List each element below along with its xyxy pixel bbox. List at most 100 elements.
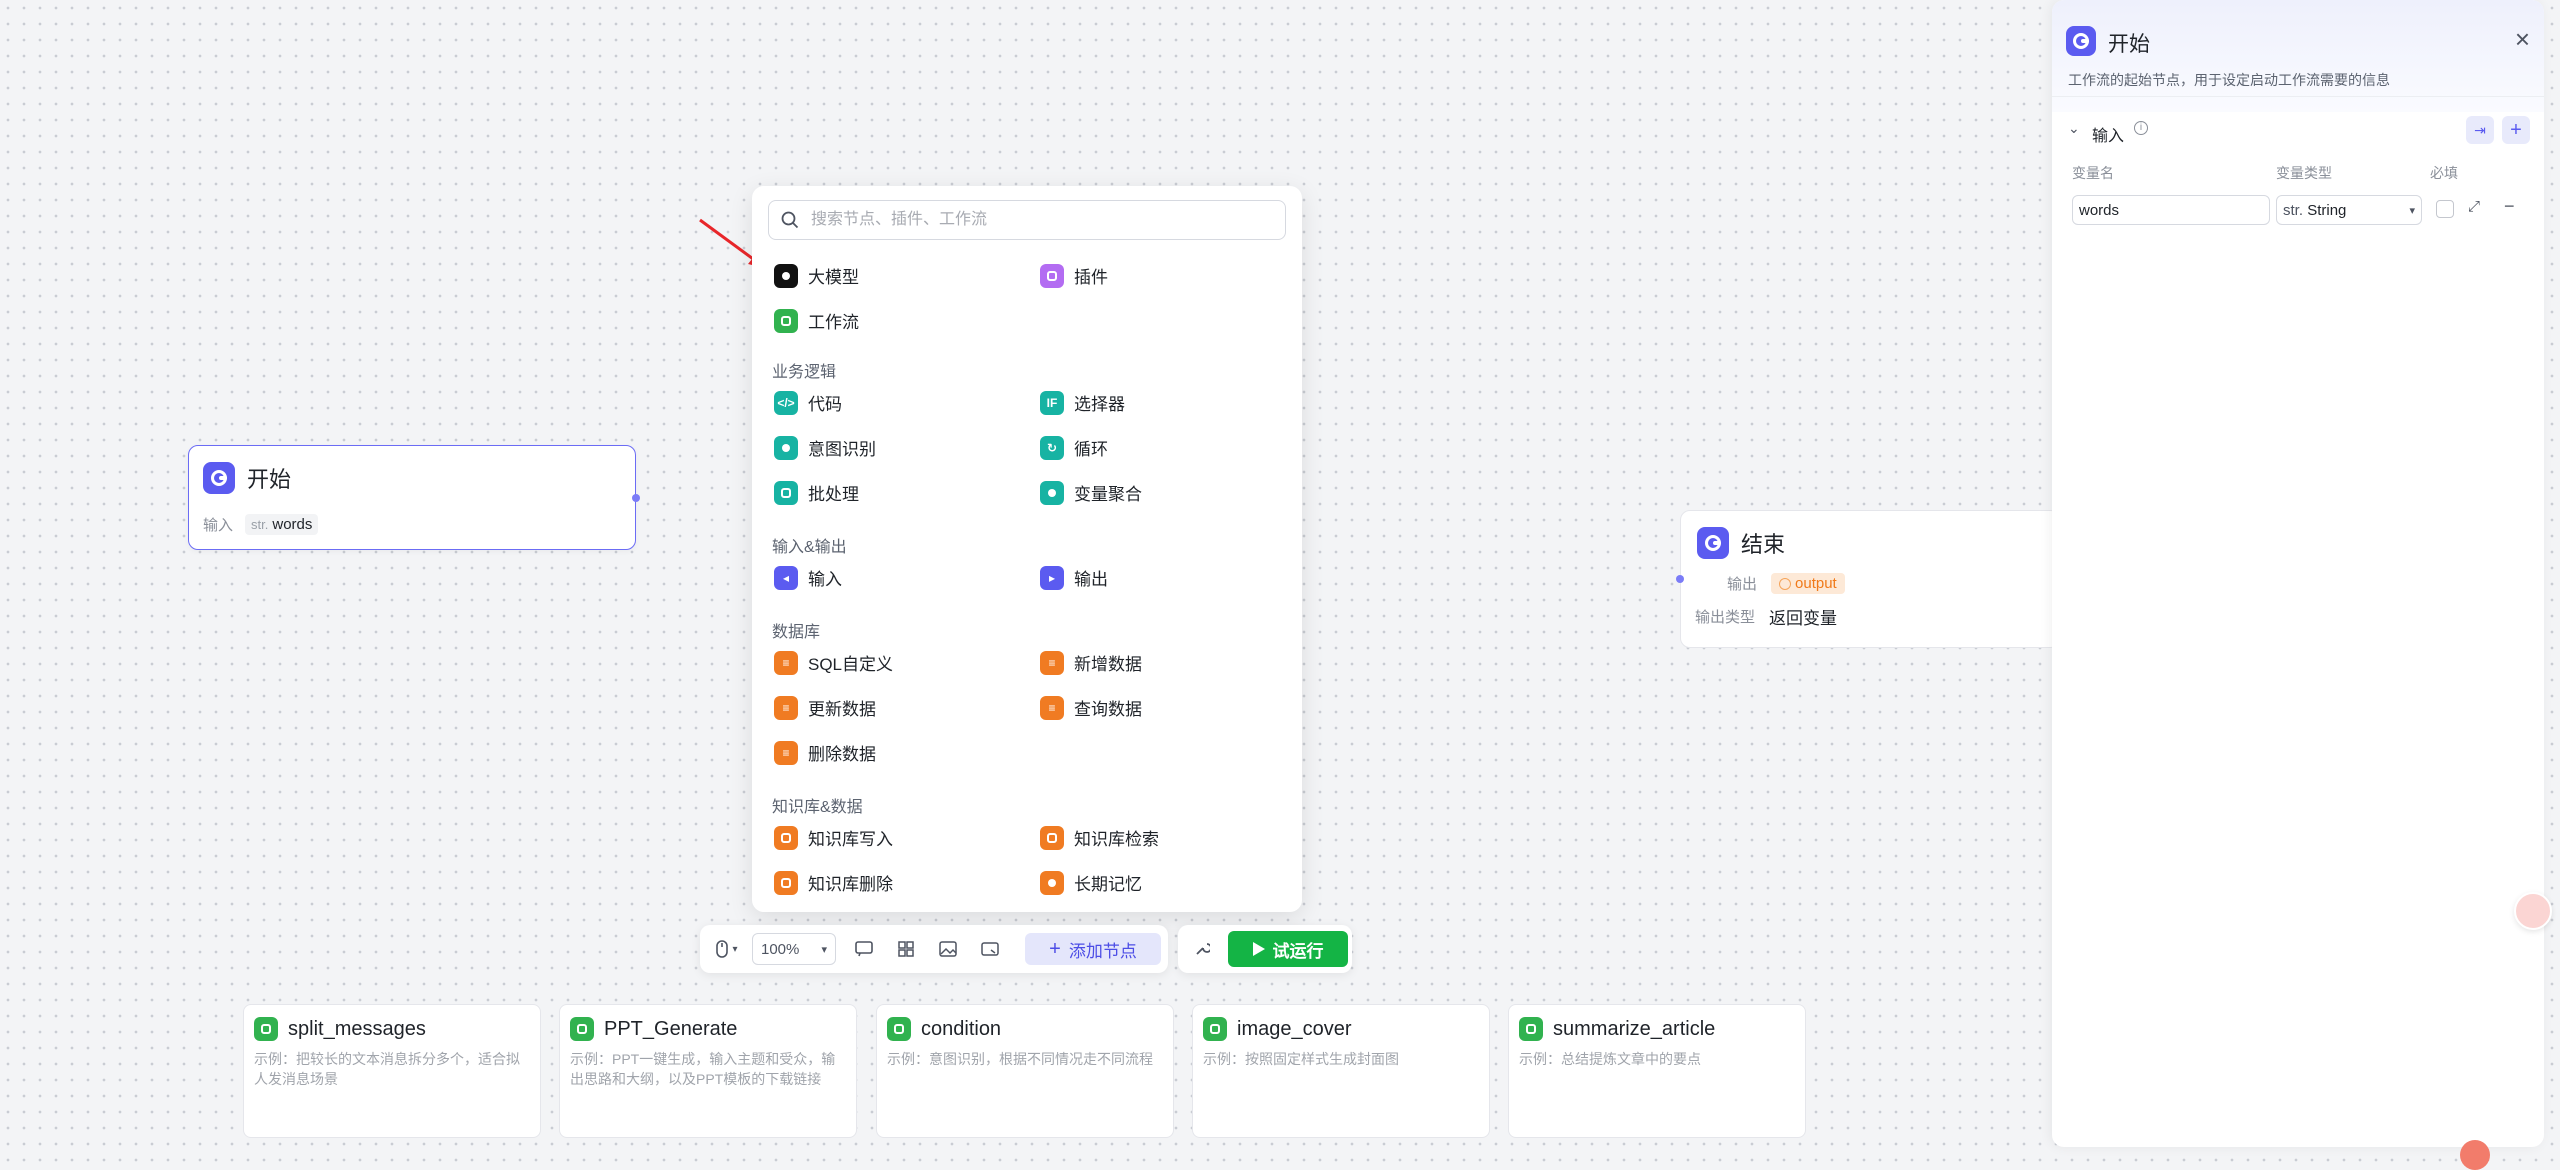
chevron-down-icon: ▾ (2409, 204, 2415, 217)
template-desc: 示例：PPT一键生成，输入主题和受众，输出思路和大纲，以及PPT模板的下载链接 (570, 1051, 836, 1087)
section-label-io: 输入&输出 (772, 539, 847, 556)
start-node-title: 开始 (247, 467, 292, 492)
run-group: 试运行 (1178, 925, 1352, 973)
variable-type-select[interactable]: str. String ▾ (2276, 195, 2422, 225)
template-card[interactable]: PPT_Generate 示例：PPT一键生成，输入主题和受众，输出思路和大纲，… (559, 1004, 857, 1138)
zoom-select[interactable]: 100% ▾ (752, 933, 836, 965)
knowledge-icon (774, 825, 798, 850)
end-icon (1697, 527, 1729, 559)
panel-title: 开始 (2108, 33, 2150, 56)
node-item-kb-search[interactable]: 知识库检索 (1040, 825, 1159, 850)
node-item-plugin[interactable]: 插件 (1040, 263, 1108, 288)
section-label-logic: 业务逻辑 (772, 364, 837, 381)
add-node-button[interactable]: + 添加节点 (1025, 933, 1161, 965)
node-item-kb-delete[interactable]: 知识库删除 (774, 870, 893, 895)
remove-variable-button[interactable]: − (2504, 196, 2515, 217)
start-node[interactable]: 开始 输入 str. words (188, 445, 640, 550)
end-node[interactable]: 结束 输出 output 输出类型 返回变量 (1676, 510, 2060, 648)
node-item-llm[interactable]: 大模型 (774, 263, 859, 288)
comment-button[interactable] (848, 933, 880, 965)
chevron-down-icon: ▾ (732, 943, 738, 955)
add-node-popup: 大模型 插件 工作流 业务逻辑 </> 代码 IF 选择器 意图识别 ↻ 循环 … (752, 186, 1302, 912)
minimap-button[interactable] (932, 933, 964, 965)
add-variable-button[interactable]: + (2502, 116, 2530, 144)
template-name: condition (921, 1017, 1002, 1040)
end-output-type-value: 返回变量 (1769, 609, 1838, 628)
start-icon (203, 462, 235, 494)
node-item-input[interactable]: ◂ 输入 (774, 565, 842, 590)
layout-button[interactable] (890, 933, 922, 965)
template-name: split_messages (288, 1017, 426, 1040)
wrench-icon (1196, 943, 1210, 955)
node-search-box[interactable] (768, 200, 1286, 240)
plus-icon: + (2510, 118, 2522, 141)
node-item-batch[interactable]: 批处理 (774, 480, 859, 505)
chevron-down-icon: ▾ (821, 943, 827, 956)
template-desc: 示例：总结提炼文章中的要点 (1519, 1051, 1701, 1067)
workflow-icon (570, 1017, 594, 1041)
workflow-icon (254, 1017, 278, 1041)
end-output-label: 输出 (1727, 576, 1758, 593)
knowledge-icon (774, 870, 798, 895)
chevron-down-icon[interactable]: ⌄ (2068, 120, 2080, 137)
knowledge-icon (1040, 825, 1064, 850)
info-icon[interactable]: i (2134, 121, 2148, 135)
loop-icon: ↻ (1040, 435, 1064, 460)
template-card[interactable]: split_messages 示例：把较长的文本消息拆分多个，适合拟人发消息场景 (243, 1004, 541, 1138)
play-icon (1252, 942, 1265, 956)
node-item-code[interactable]: </> 代码 (774, 390, 842, 415)
node-item-workflow[interactable]: 工作流 (774, 308, 859, 333)
required-checkbox[interactable] (2436, 200, 2454, 218)
node-item-update-data[interactable]: ≡ 更新数据 (774, 695, 876, 720)
end-input-port[interactable] (1676, 575, 1684, 583)
database-icon: ≡ (1040, 695, 1064, 720)
section-label-database: 数据库 (772, 624, 821, 641)
interaction-mode-button[interactable]: ▾ (708, 933, 746, 965)
assistant-icon[interactable] (2514, 892, 2552, 930)
start-var-chip: str. words (245, 514, 319, 535)
start-output-port[interactable] (632, 494, 640, 502)
search-icon (781, 211, 799, 229)
database-icon: ≡ (774, 650, 798, 675)
node-item-sql[interactable]: ≡ SQL自定义 (774, 650, 893, 675)
if-icon: IF (1040, 390, 1064, 415)
node-search-input[interactable] (809, 210, 1273, 230)
panel-description: 工作流的起始节点，用于设定启动工作流需要的信息 (2068, 72, 2390, 88)
node-item-loop[interactable]: ↻ 循环 (1040, 435, 1108, 460)
node-item-intent[interactable]: 意图识别 (774, 435, 876, 460)
node-item-kb-write[interactable]: 知识库写入 (774, 825, 893, 850)
intent-icon (774, 435, 798, 460)
workflow-icon (774, 308, 798, 333)
node-item-aggregate[interactable]: 变量聚合 (1040, 480, 1142, 505)
variable-name-field[interactable]: words (2072, 195, 2270, 225)
node-item-output[interactable]: ▸ 输出 (1040, 565, 1108, 590)
template-card[interactable]: condition 示例：意图识别，根据不同情况走不同流程 (876, 1004, 1174, 1138)
template-desc: 示例：按照固定样式生成封面图 (1203, 1051, 1399, 1067)
end-output-type-label: 输出类型 (1695, 609, 1756, 626)
template-desc: 示例：意图识别，根据不同情况走不同流程 (887, 1051, 1153, 1067)
template-name: image_cover (1237, 1017, 1352, 1040)
test-run-button[interactable]: 试运行 (1228, 931, 1348, 967)
template-desc: 示例：把较长的文本消息拆分多个，适合拟人发消息场景 (254, 1051, 520, 1087)
database-icon: ≡ (1040, 650, 1064, 675)
node-item-selector[interactable]: IF 选择器 (1040, 390, 1125, 415)
llm-icon (774, 263, 798, 288)
debug-tool-button[interactable] (1186, 933, 1218, 965)
node-item-insert-data[interactable]: ≡ 新增数据 (1040, 650, 1142, 675)
template-card[interactable]: summarize_article 示例：总结提炼文章中的要点 (1508, 1004, 1806, 1138)
input-section-title: 输入 (2092, 128, 2125, 145)
database-icon: ≡ (774, 695, 798, 720)
mouse-icon (716, 940, 729, 958)
node-item-query-data[interactable]: ≡ 查询数据 (1040, 695, 1142, 720)
import-button[interactable]: ⇥ (2466, 116, 2494, 144)
assistant-avatar-icon[interactable] (2460, 1140, 2490, 1170)
grid-icon (898, 941, 914, 957)
fit-view-button[interactable] (974, 933, 1006, 965)
template-name: PPT_Generate (604, 1017, 738, 1040)
col-header-required: 必填 (2430, 165, 2458, 181)
expand-icon[interactable]: ⤢ (2468, 198, 2480, 215)
node-item-memory[interactable]: 长期记忆 (1040, 870, 1142, 895)
node-item-delete-data[interactable]: ≡ 删除数据 (774, 740, 876, 765)
close-icon[interactable]: × (2515, 24, 2530, 55)
template-card[interactable]: image_cover 示例：按照固定样式生成封面图 (1192, 1004, 1490, 1138)
